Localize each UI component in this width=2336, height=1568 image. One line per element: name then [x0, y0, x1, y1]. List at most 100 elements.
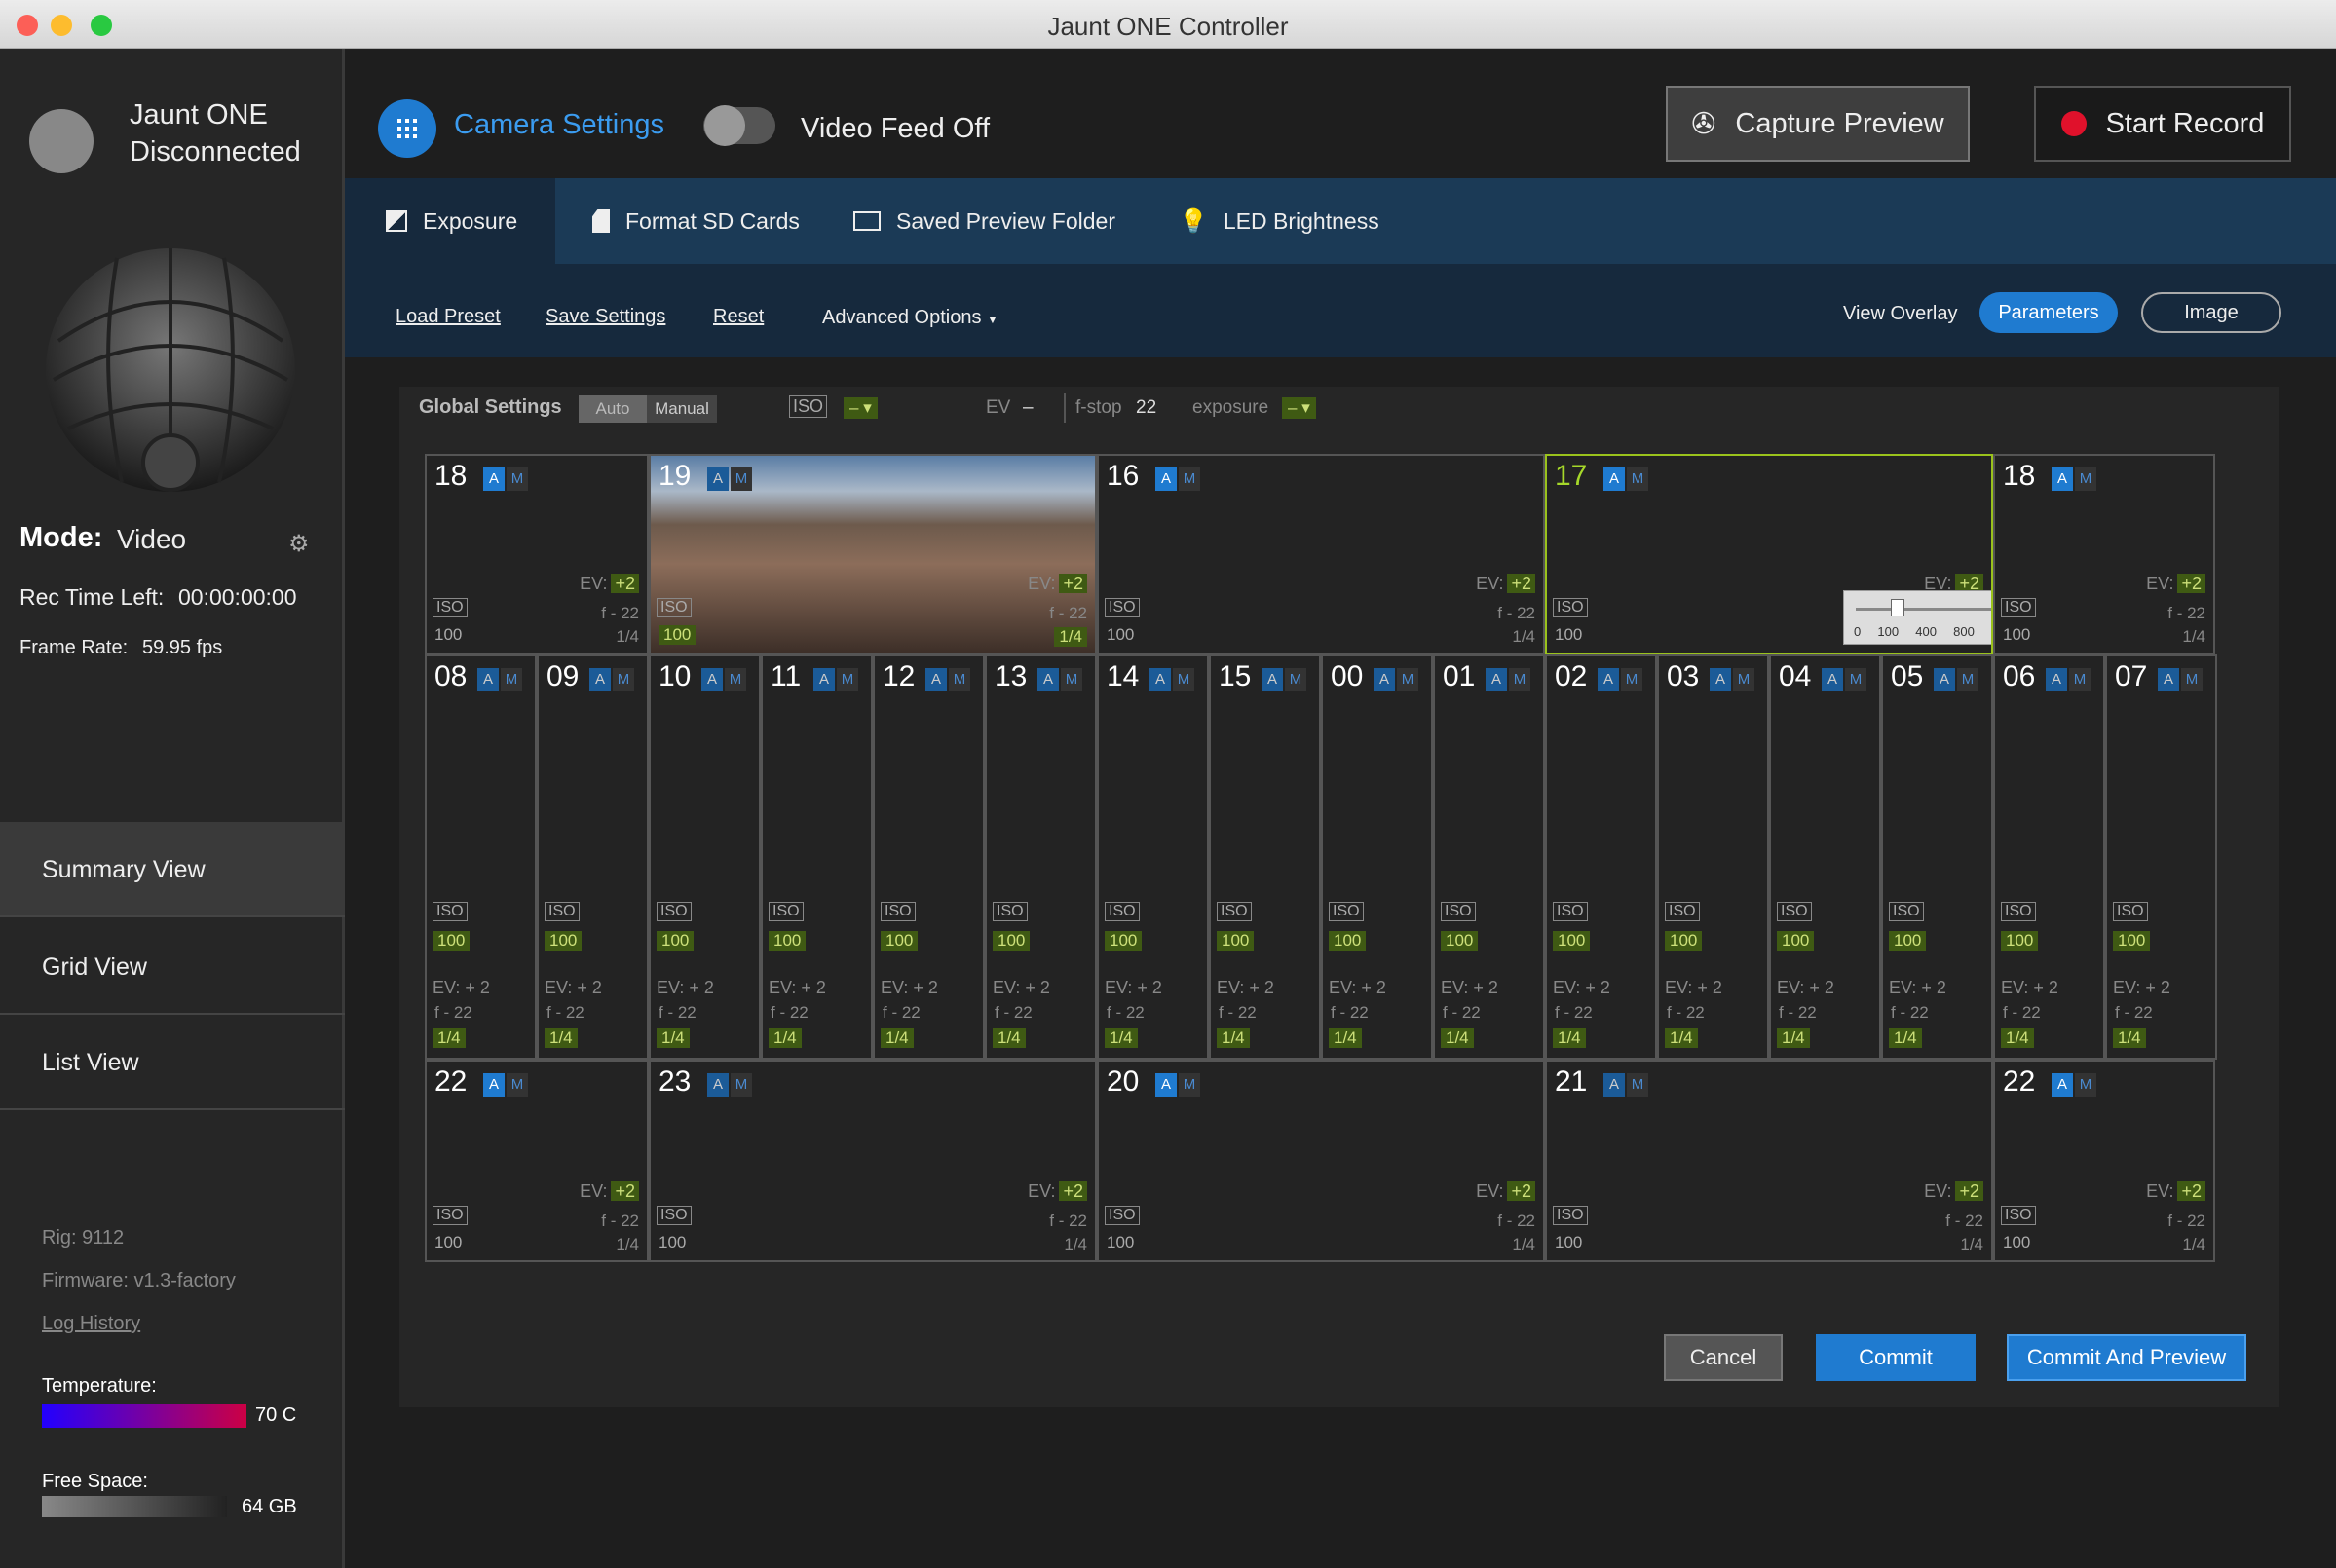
camera-cell[interactable]: 12 A M ISO 100 EV: + 2 f - 22 1/4 — [873, 654, 985, 1060]
advanced-options-dropdown[interactable]: Advanced Options ▼ — [822, 307, 998, 329]
exposure-value[interactable]: 1/4 — [1960, 1235, 1983, 1254]
manual-badge[interactable]: M — [507, 467, 528, 491]
iso-value[interactable]: 100 — [1665, 931, 1703, 951]
reset-link[interactable]: Reset — [713, 306, 764, 328]
auto-badge[interactable]: A — [2052, 467, 2073, 491]
save-settings-link[interactable]: Save Settings — [546, 306, 665, 328]
auto-manual-badge[interactable]: AM — [2158, 668, 2203, 691]
camera-cell[interactable]: 00 A M ISO 100 EV: + 2 f - 22 1/4 — [1321, 654, 1433, 1060]
iso-value[interactable]: 100 — [1105, 931, 1143, 951]
iso-value[interactable]: 100 — [1777, 931, 1815, 951]
manual-badge[interactable]: M — [1179, 1073, 1200, 1097]
ev-value[interactable]: +2 — [1059, 574, 1087, 593]
auto-badge[interactable]: A — [2158, 668, 2179, 691]
auto-manual-badge[interactable]: AM — [2052, 467, 2096, 491]
camera-cell[interactable]: 20 A M ISO 100 EV: +2 f - 22 1/4 — [1097, 1060, 1545, 1262]
auto-manual-badge[interactable]: AM — [483, 1073, 528, 1097]
auto-manual-badge[interactable]: AM — [477, 668, 522, 691]
ev-value[interactable]: +2 — [1507, 574, 1535, 593]
camera-cell[interactable]: 14 A M ISO 100 EV: + 2 f - 22 1/4 — [1097, 654, 1209, 1060]
iso-value[interactable]: 100 — [2003, 625, 2030, 645]
nav-summary-view[interactable]: Summary View — [0, 822, 345, 917]
ev-value[interactable]: +2 — [1507, 1181, 1535, 1201]
manual-badge[interactable]: M — [1179, 467, 1200, 491]
iso-value[interactable]: 100 — [2003, 1233, 2030, 1252]
iso-slider-thumb[interactable] — [1891, 599, 1904, 616]
exposure-value[interactable]: 1/4 — [1054, 627, 1087, 647]
auto-badge[interactable]: A — [483, 467, 505, 491]
ev-setting[interactable]: EV: + 2 — [1217, 978, 1274, 998]
auto-manual-badge[interactable]: AM — [1262, 668, 1306, 691]
iso-value[interactable]: 100 — [1107, 1233, 1134, 1252]
tab-led-brightness[interactable]: 💡 LED Brightness — [1179, 178, 1379, 264]
auto-badge[interactable]: A — [1603, 1073, 1625, 1097]
auto-badge[interactable]: A — [1822, 668, 1843, 691]
manual-badge[interactable]: M — [1285, 668, 1306, 691]
video-feed-toggle[interactable] — [703, 105, 775, 146]
ev-setting[interactable]: EV: + 2 — [1665, 978, 1722, 998]
camera-cell[interactable]: 11 A M ISO 100 EV: + 2 f - 22 1/4 — [761, 654, 873, 1060]
ev-setting[interactable]: EV: +2 — [1028, 574, 1087, 594]
ev-value[interactable]: +2 — [2177, 1181, 2205, 1201]
manual-badge[interactable]: M — [2075, 467, 2096, 491]
camera-cell[interactable]: 16 A M ISO 100 EV: +2 f - 22 1/4 — [1097, 454, 1545, 654]
auto-manual-badge[interactable]: AM — [483, 467, 528, 491]
camera-cell[interactable]: 01 A M ISO 100 EV: + 2 f - 22 1/4 — [1433, 654, 1545, 1060]
auto-badge[interactable]: A — [925, 668, 947, 691]
auto-manual-badge[interactable]: AM — [2046, 668, 2091, 691]
auto-badge[interactable]: A — [1710, 668, 1731, 691]
commit-button[interactable]: Commit — [1816, 1334, 1976, 1381]
auto-manual-badge[interactable]: AM — [1149, 668, 1194, 691]
iso-value[interactable]: 100 — [769, 931, 807, 951]
camera-cell[interactable]: 17AMISO100EV:+2f - 221/401004008001600 — [1545, 454, 1993, 654]
ev-setting[interactable]: EV: + 2 — [1441, 978, 1498, 998]
exposure-value[interactable]: 1/4 — [2182, 627, 2205, 647]
camera-cell[interactable]: 08 A M ISO 100 EV: + 2 f - 22 1/4 — [425, 654, 537, 1060]
auto-manual-badge[interactable]: AM — [2052, 1073, 2096, 1097]
ev-value[interactable]: +2 — [2177, 574, 2205, 593]
exposure-value[interactable]: 1/4 — [2113, 1028, 2146, 1048]
auto-manual-toggle[interactable]: Auto Manual — [579, 395, 717, 423]
auto-manual-badge[interactable]: AM — [707, 1073, 752, 1097]
auto-badge[interactable]: A — [707, 467, 729, 491]
exposure-value[interactable]: 1/4 — [881, 1028, 914, 1048]
auto-badge[interactable]: A — [1486, 668, 1507, 691]
ev-setting[interactable]: EV: + 2 — [433, 978, 490, 998]
iso-value[interactable]: 100 — [2001, 931, 2039, 951]
auto-manual-badge[interactable]: AM — [1037, 668, 1082, 691]
exposure-value[interactable]: 1/4 — [1217, 1028, 1250, 1048]
auto-badge[interactable]: A — [483, 1073, 505, 1097]
manual-badge[interactable]: M — [1627, 467, 1648, 491]
auto-badge[interactable]: A — [1155, 1073, 1177, 1097]
global-iso-select[interactable]: – ▾ — [844, 397, 878, 419]
iso-value[interactable]: 100 — [1107, 625, 1134, 645]
camera-cell[interactable]: 07 A M ISO 100 EV: + 2 f - 22 1/4 — [2105, 654, 2217, 1060]
exposure-value[interactable]: 1/4 — [1777, 1028, 1810, 1048]
auto-badge[interactable]: A — [2052, 1073, 2073, 1097]
auto-badge[interactable]: A — [1374, 668, 1395, 691]
iso-value[interactable]: 100 — [545, 931, 583, 951]
auto-manual-badge[interactable]: AM — [1155, 467, 1200, 491]
load-preset-link[interactable]: Load Preset — [396, 306, 501, 328]
manual-badge[interactable]: M — [731, 467, 752, 491]
ev-setting[interactable]: EV: +2 — [2146, 574, 2205, 594]
ev-setting[interactable]: EV: +2 — [580, 574, 639, 594]
camera-cell[interactable]: 03 A M ISO 100 EV: + 2 f - 22 1/4 — [1657, 654, 1769, 1060]
exposure-value[interactable]: 1/4 — [1512, 627, 1535, 647]
exposure-value[interactable]: 1/4 — [1441, 1028, 1474, 1048]
camera-cell[interactable]: 23 A M ISO 100 EV: +2 f - 22 1/4 — [649, 1060, 1097, 1262]
manual-badge[interactable]: M — [731, 1073, 752, 1097]
ev-value[interactable]: +2 — [611, 574, 639, 593]
auto-manual-badge[interactable]: AM — [813, 668, 858, 691]
iso-value[interactable]: 100 — [434, 1233, 462, 1252]
exposure-value[interactable]: 1/4 — [2182, 1235, 2205, 1254]
auto-badge[interactable]: A — [1262, 668, 1283, 691]
ev-setting[interactable]: EV: + 2 — [1553, 978, 1610, 998]
auto-manual-badge[interactable]: AM — [1486, 668, 1530, 691]
iso-value[interactable]: 100 — [659, 625, 697, 645]
auto-manual-badge[interactable]: AM — [1155, 1073, 1200, 1097]
exposure-value[interactable]: 1/4 — [1064, 1235, 1087, 1254]
exposure-value[interactable]: 1/4 — [993, 1028, 1026, 1048]
auto-badge[interactable]: A — [1934, 668, 1955, 691]
exposure-value[interactable]: 1/4 — [616, 627, 639, 647]
